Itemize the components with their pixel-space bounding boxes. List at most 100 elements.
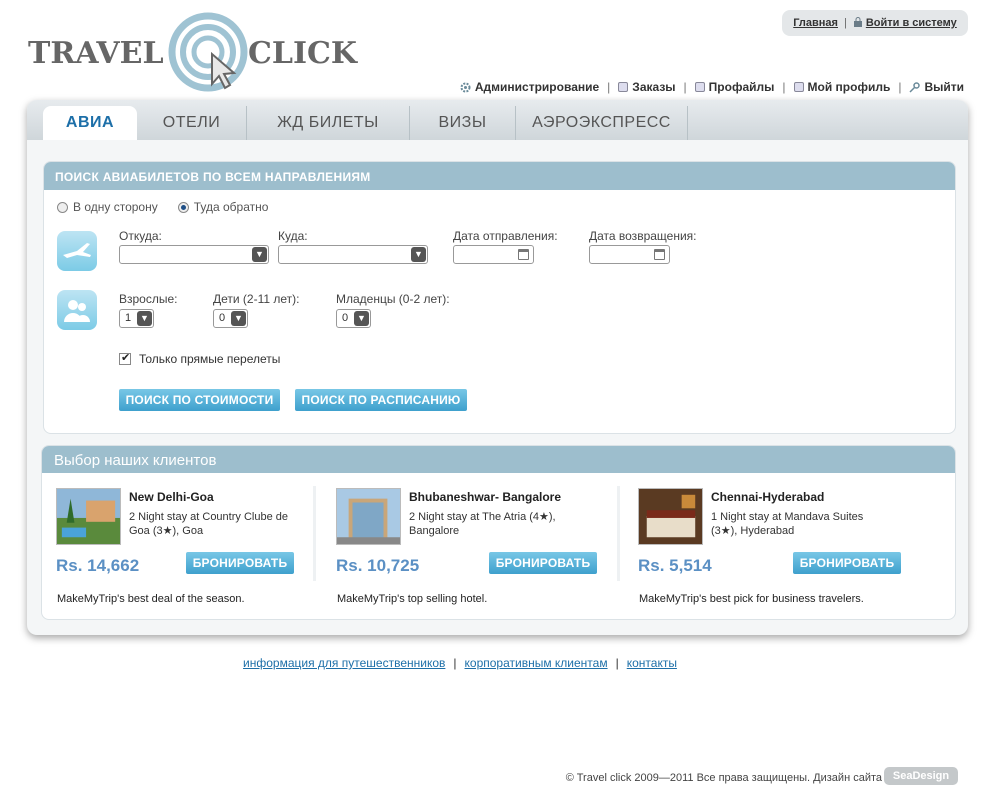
infants-select[interactable]: 0 ▼	[336, 309, 371, 328]
deal-card: Chennai-Hyderabad 1 Night stay at Mandav…	[638, 486, 901, 611]
chevron-down-icon: ▼	[411, 247, 426, 262]
menu-item-profiles[interactable]: Профайлы	[694, 80, 775, 94]
passengers-icon	[57, 290, 97, 330]
radio-label: Туда обратно	[193, 200, 269, 214]
designer-badge[interactable]: SeaDesign	[884, 767, 958, 785]
footer-link-travelers[interactable]: информация для путешественников	[243, 656, 445, 670]
logo-word-click: CLICK	[248, 36, 357, 71]
menu-item-label: Заказы	[632, 80, 676, 94]
deal-description: 2 Night stay at The Atria (4★), Bangalor…	[409, 511, 556, 537]
deal-note: MakeMyTrip's best deal of the season.	[57, 593, 245, 605]
airplane-icon	[57, 231, 97, 271]
menu-item-label: Мой профиль	[807, 80, 891, 94]
search-by-schedule-button[interactable]: ПОИСК ПО РАСПИСАНИЮ	[295, 389, 467, 411]
copyright-text: © Travel click 2009—2011 Все права защищ…	[565, 772, 882, 784]
login-link-wrap[interactable]: Войти в систему	[853, 17, 957, 29]
radio-roundtrip[interactable]: Туда обратно	[177, 200, 269, 214]
chevron-down-icon: ▼	[252, 247, 267, 262]
logo-target-icon	[168, 12, 248, 92]
divider	[617, 486, 620, 581]
menu-item-label: Выйти	[924, 80, 964, 94]
menu-item-label: Профайлы	[708, 80, 775, 94]
depart-date-label: Дата отправления:	[453, 229, 558, 243]
trip-type-group: В одну сторону Туда обратно	[57, 200, 268, 214]
deal-card: Bhubaneshwar- Bangalore 2 Night stay at …	[336, 486, 597, 611]
menu-item-admin[interactable]: Администрирование	[460, 80, 599, 94]
direct-flights-option[interactable]: Только прямые перелеты	[119, 351, 281, 366]
from-label: Откуда:	[119, 229, 162, 243]
adults-select[interactable]: 1 ▼	[119, 309, 154, 328]
to-label: Куда:	[278, 229, 308, 243]
to-select[interactable]: ▼	[278, 245, 428, 264]
admin-menu: Администрирование | Заказы | Профайлы | …	[460, 80, 964, 94]
chevron-down-icon: ▼	[137, 311, 152, 326]
book-button[interactable]: БРОНИРОВАТЬ	[489, 552, 597, 574]
deal-price: Rs. 14,662	[56, 556, 140, 575]
from-select[interactable]: ▼	[119, 245, 269, 264]
adults-label: Взрослые:	[119, 292, 178, 306]
divider: |	[607, 80, 611, 94]
deal-title[interactable]: Chennai-Hyderabad	[711, 490, 824, 504]
hotel-photo[interactable]	[56, 488, 121, 545]
return-date-field[interactable]	[589, 245, 670, 264]
infants-label: Младенцы (0-2 лет):	[336, 292, 450, 306]
login-link[interactable]: Войти в систему	[866, 17, 957, 29]
tab-avia[interactable]: АВИА	[43, 106, 137, 140]
site-logo[interactable]: TRAVEL CLICK	[28, 12, 358, 92]
deal-price: Rs. 10,725	[336, 556, 420, 575]
menu-item-logout[interactable]: Выйти	[909, 80, 964, 94]
deal-title[interactable]: New Delhi-Goa	[129, 490, 214, 504]
menu-item-my-profile[interactable]: Мой профиль	[793, 80, 891, 94]
divider: |	[782, 80, 786, 94]
menu-item-orders[interactable]: Заказы	[618, 80, 676, 94]
search-by-price-button[interactable]: ПОИСК ПО СТОИМОСТИ	[119, 389, 280, 411]
divider	[313, 486, 316, 581]
return-date-label: Дата возвращения:	[589, 229, 697, 243]
logo-word-travel: TRAVEL	[28, 36, 164, 71]
calendar-icon	[654, 249, 665, 260]
tab-visas[interactable]: ВИЗЫ	[410, 106, 516, 140]
clients-heading: Выбор наших клиентов	[42, 446, 955, 473]
deal-price: Rs. 5,514	[638, 556, 712, 575]
divider: |	[898, 80, 902, 94]
deal-note: MakeMyTrip's top selling hotel.	[337, 593, 488, 605]
radio-label: В одну сторону	[73, 200, 158, 214]
calendar-icon	[518, 249, 529, 260]
deal-description: 1 Night stay at Mandava Suites (3★), Hyd…	[711, 511, 864, 537]
profile-icon	[793, 82, 804, 92]
hotel-photo[interactable]	[638, 488, 703, 545]
deal-card: New Delhi-Goa 2 Night stay at Country Cl…	[56, 486, 306, 611]
footer-links: информация для путешественников | корпорат…	[243, 656, 677, 670]
radio-circle	[177, 201, 189, 213]
tab-bar: АВИА ОТЕЛИ ЖД БИЛЕТЫ ВИЗЫ АЭРОЭКСПРЕСС	[27, 100, 968, 140]
gear-icon	[460, 82, 471, 92]
profiles-icon	[694, 82, 705, 92]
children-select[interactable]: 0 ▼	[213, 309, 248, 328]
radio-oneway[interactable]: В одну сторону	[57, 200, 158, 214]
footer-link-corporate[interactable]: корпоративным клиентам	[465, 656, 608, 670]
chevron-down-icon: ▼	[354, 311, 369, 326]
tab-hotels[interactable]: ОТЕЛИ	[137, 106, 247, 140]
chevron-down-icon: ▼	[231, 311, 246, 326]
depart-date-field[interactable]	[453, 245, 534, 264]
children-label: Дети (2-11 лет):	[213, 292, 300, 306]
deal-title[interactable]: Bhubaneshwar- Bangalore	[409, 490, 561, 504]
hotel-photo[interactable]	[336, 488, 401, 545]
direct-flights-checkbox[interactable]	[119, 351, 131, 365]
key-icon	[909, 81, 921, 93]
divider: |	[683, 80, 687, 94]
clients-choice-section: Выбор наших клиентов New Delhi-Goa 2 Nig…	[41, 445, 956, 620]
menu-item-label: Администрирование	[474, 80, 600, 94]
tab-aeroexpress[interactable]: АЭРОЭКСПРЕСС	[516, 106, 688, 140]
lock-icon	[853, 17, 863, 27]
flight-search-form: ПОИСК АВИАБИЛЕТОВ ПО ВСЕМ НАПРАВЛЕНИЯМ В…	[43, 161, 956, 434]
infants-value: 0	[342, 312, 349, 324]
home-link[interactable]: Главная	[793, 17, 838, 29]
direct-flights-label: Только прямые перелеты	[139, 352, 281, 366]
adults-value: 1	[125, 312, 132, 324]
book-button[interactable]: БРОНИРОВАТЬ	[793, 552, 901, 574]
book-button[interactable]: БРОНИРОВАТЬ	[186, 552, 294, 574]
search-heading: ПОИСК АВИАБИЛЕТОВ ПО ВСЕМ НАПРАВЛЕНИЯМ	[44, 162, 955, 190]
tab-rail[interactable]: ЖД БИЛЕТЫ	[247, 106, 410, 140]
footer-link-contacts[interactable]: контакты	[627, 656, 677, 670]
